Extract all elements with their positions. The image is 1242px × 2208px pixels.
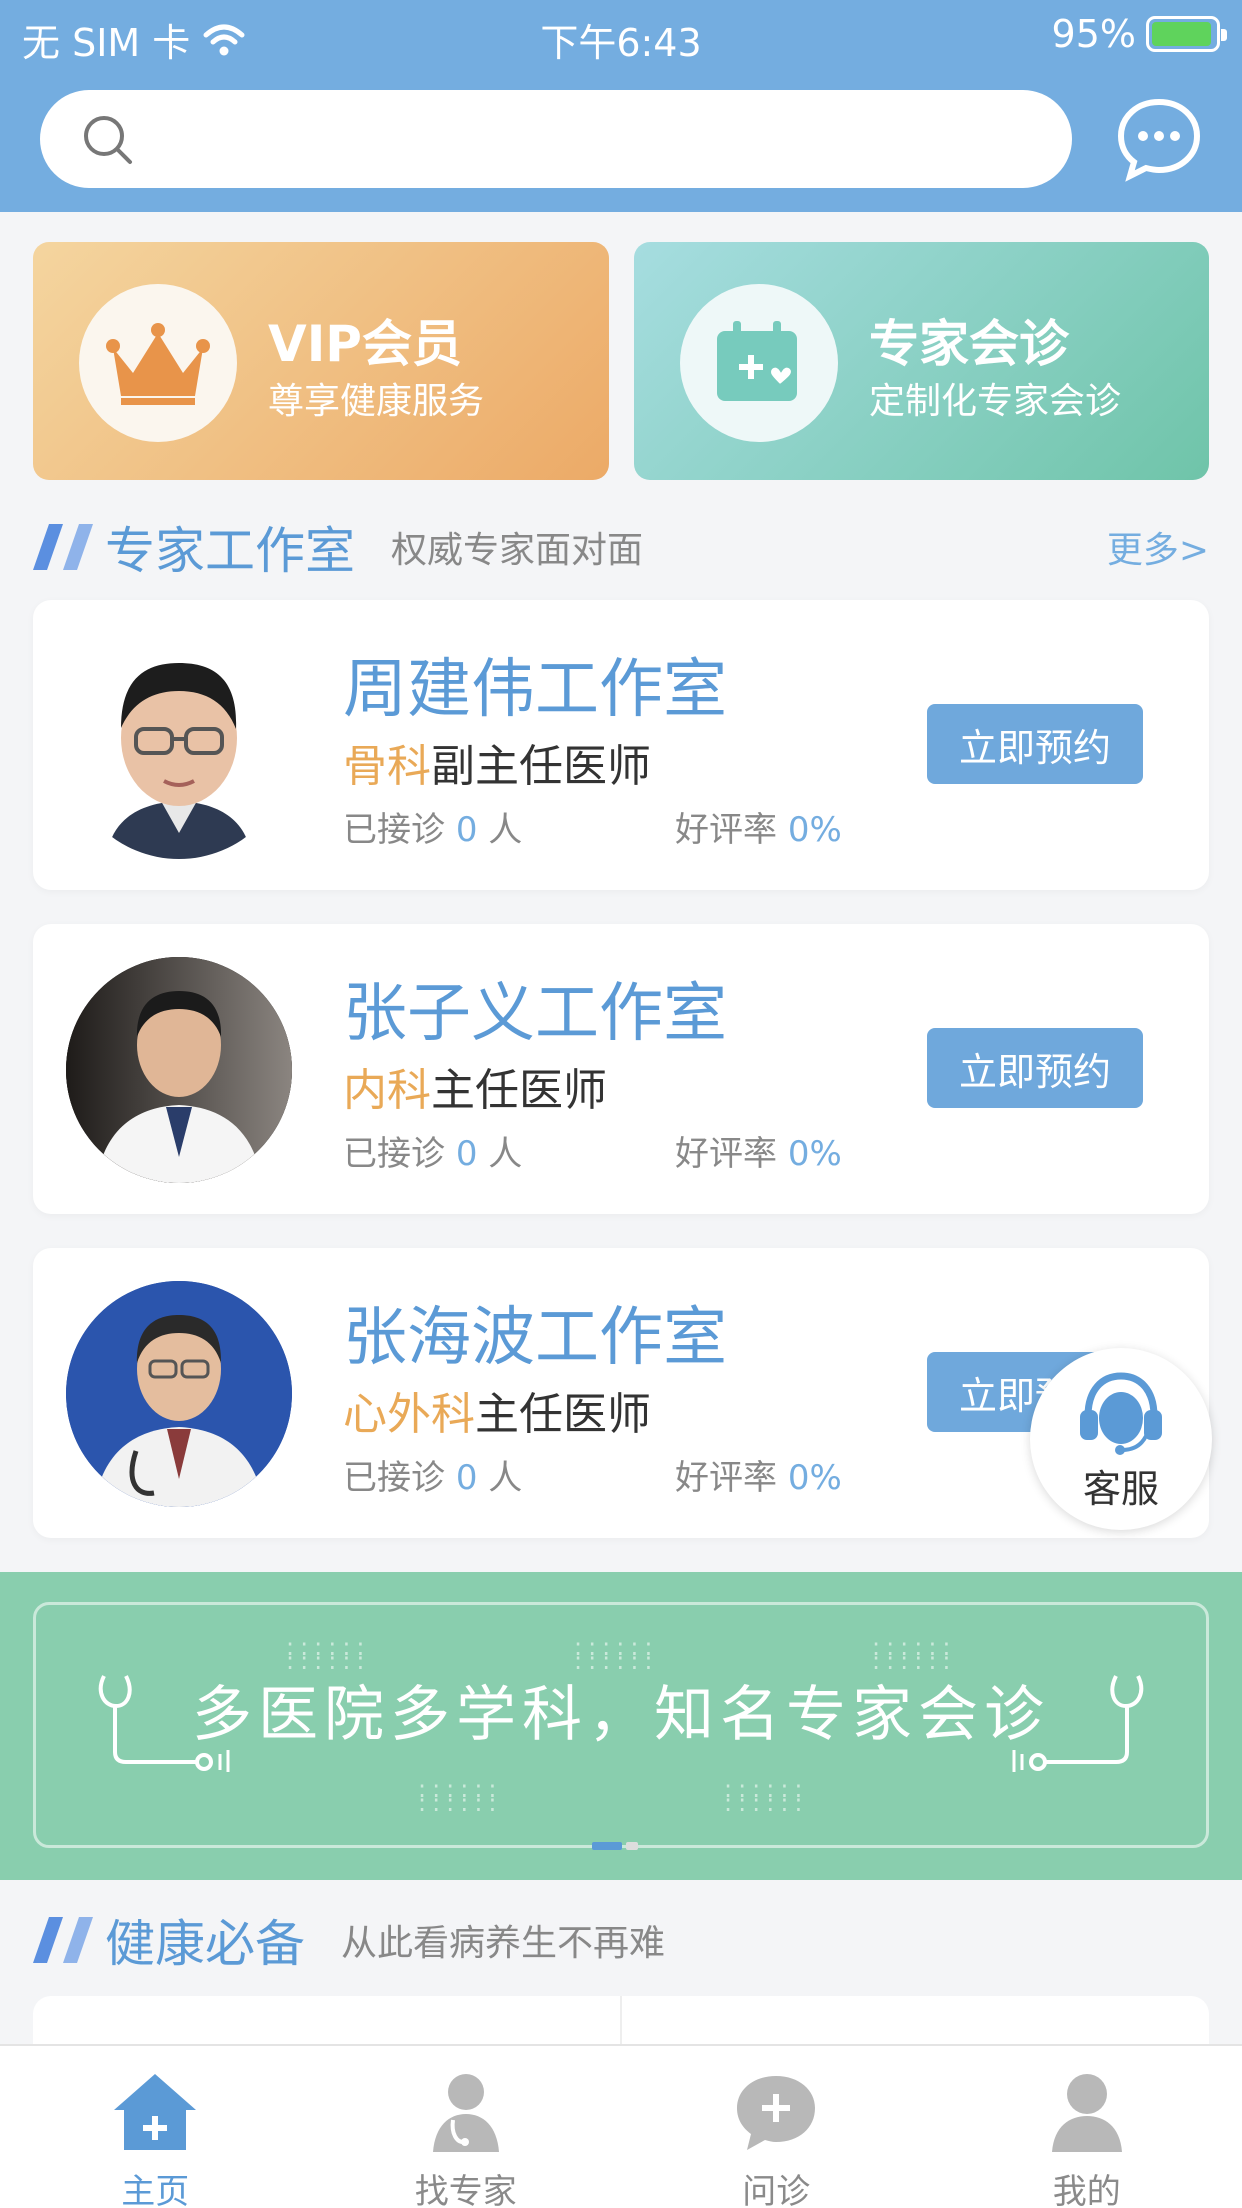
pager-dot-active	[592, 1842, 622, 1850]
doctor-name: 张海波工作室	[343, 1301, 727, 1375]
vip-title: VIP会员	[268, 315, 462, 373]
doctor-title: 内科主任医师	[343, 1054, 607, 1118]
doctor-department: 内科	[343, 1065, 431, 1116]
tab-label: 问诊	[742, 2172, 811, 2208]
rate-label: 好评率	[675, 810, 777, 850]
tab-consult[interactable]: 问诊	[621, 2046, 932, 2208]
book-button[interactable]: 立即预约	[927, 1028, 1143, 1108]
doctor-rank: 副主任医师	[431, 741, 651, 792]
visits-label: 已接诊	[343, 1458, 445, 1498]
headset-icon	[1080, 1372, 1162, 1455]
expert-consult-card[interactable]: 专家会诊 定制化专家会诊	[634, 242, 1209, 480]
dots-decoration: ::::::::::::	[418, 1775, 503, 1817]
doctor-avatar	[66, 957, 292, 1183]
doctor-card[interactable]: 张子义工作室 内科主任医师 已接诊 0 人 好评率 0% 立即预约	[33, 924, 1209, 1214]
doctor-stats: 已接诊 0 人 好评率 0%	[343, 1126, 903, 1175]
rate-label: 好评率	[675, 1134, 777, 1174]
doctor-rank: 主任医师	[431, 1065, 607, 1116]
health-section-title: 健康必备	[105, 1915, 305, 1973]
tab-mine[interactable]: 我的	[932, 2046, 1242, 2208]
rate-label: 好评率	[675, 1458, 777, 1498]
book-button[interactable]: 立即预约	[927, 704, 1143, 784]
visits-label: 已接诊	[343, 1134, 445, 1174]
user-icon	[1051, 2074, 1122, 2152]
tab-label: 我的	[1052, 2172, 1121, 2208]
doctor-avatar	[66, 1281, 292, 1507]
consult-title: 专家会诊	[869, 315, 1069, 373]
doctor-icon	[432, 2074, 499, 2152]
tab-home[interactable]: 主页	[0, 2046, 311, 2208]
banner-text: 多医院多学科，知名专家会诊	[192, 1680, 1050, 1750]
visits-label: 已接诊	[343, 810, 445, 850]
dots-decoration: ::::::::::::	[574, 1633, 659, 1675]
banner-pager	[592, 1842, 650, 1850]
doctor-rank: 主任医师	[475, 1389, 651, 1440]
chat-plus-icon	[737, 2076, 816, 2150]
visits-count: 0	[455, 1458, 478, 1498]
slash-decoration-icon	[33, 524, 93, 570]
health-section-subtitle: 从此看病养生不再难	[341, 1923, 666, 1964]
health-section-header: 健康必备 从此看病养生不再难	[33, 1905, 1209, 1975]
pager-dot	[626, 1842, 638, 1850]
customer-service-button[interactable]: 客服	[1030, 1348, 1212, 1530]
rate-value: 0%	[787, 810, 842, 850]
doctor-department: 骨科	[343, 741, 431, 792]
visits-unit: 人	[488, 1458, 523, 1498]
calendar-heart-icon	[680, 284, 838, 442]
doctor-name: 周建伟工作室	[343, 653, 727, 727]
visits-unit: 人	[488, 1134, 523, 1174]
experts-section-header: 专家工作室 权威专家面对面 更多>	[33, 512, 1209, 582]
customer-service-label: 客服	[1082, 1467, 1159, 1511]
bottom-tab-bar: 主页 找专家 问诊 我的	[0, 2044, 1242, 2208]
tab-label: 主页	[121, 2172, 190, 2208]
vip-member-card[interactable]: VIP会员 尊享健康服务	[33, 242, 609, 480]
more-link[interactable]: 更多>	[1107, 521, 1209, 573]
doctor-card[interactable]: 周建伟工作室 骨科副主任医师 已接诊 0 人 好评率 0% 立即预约	[33, 600, 1209, 890]
dots-decoration: ::::::::::::	[724, 1775, 809, 1817]
doctor-stats: 已接诊 0 人 好评率 0%	[343, 1450, 903, 1499]
dots-decoration: ::::::::::::	[286, 1633, 371, 1675]
doctor-avatar	[66, 633, 292, 859]
promo-banner[interactable]: :::::::::::: :::::::::::: :::::::::::: :…	[0, 1572, 1242, 1880]
battery-group: 95%	[1051, 12, 1227, 56]
dots-decoration: ::::::::::::	[872, 1633, 957, 1675]
search-icon	[84, 116, 132, 164]
tab-find-expert[interactable]: 找专家	[311, 2046, 622, 2208]
status-bar: 无 SIM 卡 下午6:43 95%	[0, 0, 1242, 70]
vip-subtitle: 尊享健康服务	[268, 381, 485, 422]
crown-icon	[79, 284, 237, 442]
battery-percent: 95%	[1051, 12, 1136, 56]
rate-value: 0%	[787, 1458, 842, 1498]
battery-icon	[1146, 16, 1227, 52]
visits-count: 0	[455, 810, 478, 850]
doctor-stats: 已接诊 0 人 好评率 0%	[343, 802, 903, 851]
doctor-title: 心外科主任医师	[343, 1378, 651, 1442]
slash-decoration-icon	[33, 1917, 93, 1963]
top-header: 无 SIM 卡 下午6:43 95%	[0, 0, 1242, 212]
search-input[interactable]	[40, 90, 1072, 188]
home-icon	[114, 2074, 197, 2150]
doctor-name: 张子义工作室	[343, 977, 727, 1051]
experts-section-title: 专家工作室	[105, 522, 355, 580]
experts-section-subtitle: 权威专家面对面	[391, 530, 644, 571]
message-icon[interactable]	[1116, 96, 1202, 182]
doctor-title: 骨科副主任医师	[343, 730, 651, 794]
visits-unit: 人	[488, 810, 523, 850]
doctor-department: 心外科	[343, 1389, 475, 1440]
rate-value: 0%	[787, 1134, 842, 1174]
visits-count: 0	[455, 1134, 478, 1174]
consult-subtitle: 定制化专家会诊	[869, 381, 1122, 422]
tab-label: 找专家	[414, 2172, 517, 2208]
